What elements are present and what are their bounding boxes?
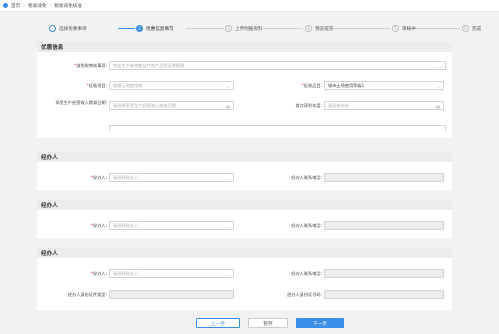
agent-phone-field[interactable] — [324, 269, 444, 278]
chevron-down-icon: ⌄ — [436, 84, 440, 89]
location-icon — [3, 3, 8, 8]
step-finish: 6 完成 — [462, 25, 481, 32]
tax-type-label: *征收项目: — [86, 83, 107, 88]
step-label: 预览提交 — [315, 26, 334, 32]
step-connector — [186, 28, 224, 29]
chevron-down-icon: ⌄ — [438, 64, 442, 69]
chevron-down-icon: ⌄ — [226, 84, 230, 89]
agent-phone-label: 经办人联系电话: — [291, 175, 322, 180]
breadcrumb-level2[interactable]: 税收减免 — [28, 3, 46, 9]
step-connector — [263, 28, 303, 29]
agent-name-select[interactable]: 请选择经办人 ⌄ — [109, 269, 234, 278]
year-picker[interactable]: 请选择年份 ▤ — [324, 101, 444, 110]
chevron-down-icon: ⌄ — [226, 176, 230, 181]
matter-label: *减免税审核事项: — [74, 63, 107, 68]
year-label: 首次获利年度: — [295, 103, 322, 108]
breadcrumb: 首页 › 税收减免 › 税收减免核准 — [0, 0, 499, 12]
agent-idno-field[interactable] — [324, 290, 444, 299]
chevron-down-icon: ⌄ — [226, 224, 230, 229]
agent-phone-label: 经办人联系电话: — [291, 223, 322, 228]
preferential-info-panel: 优惠信息 *减免税审核事项: 农业生产者销售自产农产品免征增值税 ⌄ *征收项目:… — [37, 42, 452, 138]
agent-name-label: *经办人: — [90, 223, 107, 228]
chevron-down-icon: ⌄ — [226, 272, 230, 277]
date-label: 享受生产经营收入期减日期: — [55, 100, 107, 105]
section-title: 经办人 — [37, 248, 452, 258]
save-draft-button[interactable]: 暂存 — [248, 318, 288, 328]
agent-idno-label: 经办人身份证号码: — [287, 292, 322, 297]
agent-idtype-field[interactable] — [109, 290, 234, 299]
agent-idtype-label: 经办人身份证件类型: — [67, 292, 107, 297]
agent-phone-field[interactable] — [324, 173, 444, 182]
agent-phone-field[interactable] — [324, 221, 444, 230]
breadcrumb-separator-icon: › — [49, 3, 52, 8]
step-number: 2 — [136, 25, 143, 32]
step-label: 优惠信息填写 — [146, 26, 174, 32]
agent-phone-label: 经办人联系电话: — [291, 271, 322, 276]
extra-field[interactable] — [109, 125, 446, 131]
next-step-button[interactable]: 下一步 — [296, 318, 344, 328]
step-number: 4 — [305, 25, 312, 32]
tax-type-select[interactable]: 城镇土地使用税 ⌄ — [109, 81, 234, 90]
breadcrumb-home[interactable]: 首页 — [11, 3, 20, 9]
section-title: 优惠信息 — [37, 42, 452, 52]
check-icon: ✓ — [49, 25, 56, 32]
tax-item-label: *征收品目: — [301, 83, 322, 88]
step-preview: 4 预览提交 — [305, 25, 333, 32]
calendar-icon: ▤ — [436, 104, 440, 109]
date-picker[interactable]: 请选择享受生产经营收入期减日期 ▤ — [109, 101, 234, 110]
step-connector — [330, 28, 390, 29]
prev-step-button[interactable]: 上一步 — [196, 318, 240, 328]
breadcrumb-separator-icon: › — [23, 3, 26, 8]
step-fill-info: 2 优惠信息填写 — [136, 25, 174, 32]
agent-panel: 经办人 *经办人: 请选择经办人 ⌄ 经办人联系电话: 经办人身份证件类型: 经办… — [37, 248, 452, 310]
agent-name-label: *经办人: — [90, 175, 107, 180]
step-review: 5 审核中 — [392, 25, 416, 32]
breadcrumb-level3: 税收减免核准 — [54, 3, 82, 9]
step-label: 完成 — [472, 26, 482, 32]
section-title: 经办人 — [37, 200, 452, 210]
step-connector — [118, 28, 135, 29]
step-number: 5 — [392, 25, 399, 32]
agent-panel: 经办人 *经办人: 请选择经办人 ⌄ 经办人联系电话: — [37, 200, 452, 238]
matter-select[interactable]: 农业生产者销售自产农产品免征增值税 ⌄ — [109, 61, 446, 70]
step-select-matter: ✓ 选择优惠事项 — [49, 25, 87, 32]
calendar-icon: ▤ — [226, 104, 230, 109]
step-label: 上传附报资料 — [235, 26, 263, 32]
step-upload: 3 上传附报资料 — [225, 25, 263, 32]
step-number: 3 — [225, 25, 232, 32]
tax-item-select[interactable]: 城市土地使用等级1 ⌄ — [324, 81, 444, 90]
agent-name-select[interactable]: 请选择经办人 ⌄ — [109, 173, 234, 182]
agent-panel: 经办人 *经办人: 请选择经办人 ⌄ 经办人联系电话: — [37, 152, 452, 190]
step-label: 选择优惠事项 — [59, 26, 87, 32]
step-number: 6 — [462, 25, 469, 32]
step-label: 审核中 — [402, 26, 416, 32]
section-title: 经办人 — [37, 152, 452, 162]
agent-name-select[interactable]: 请选择经办人 ⌄ — [109, 221, 234, 230]
agent-name-label: *经办人: — [90, 271, 107, 276]
step-progress: ✓ 选择优惠事项 2 优惠信息填写 3 上传附报资料 4 预览提交 5 审核中 … — [0, 20, 499, 36]
